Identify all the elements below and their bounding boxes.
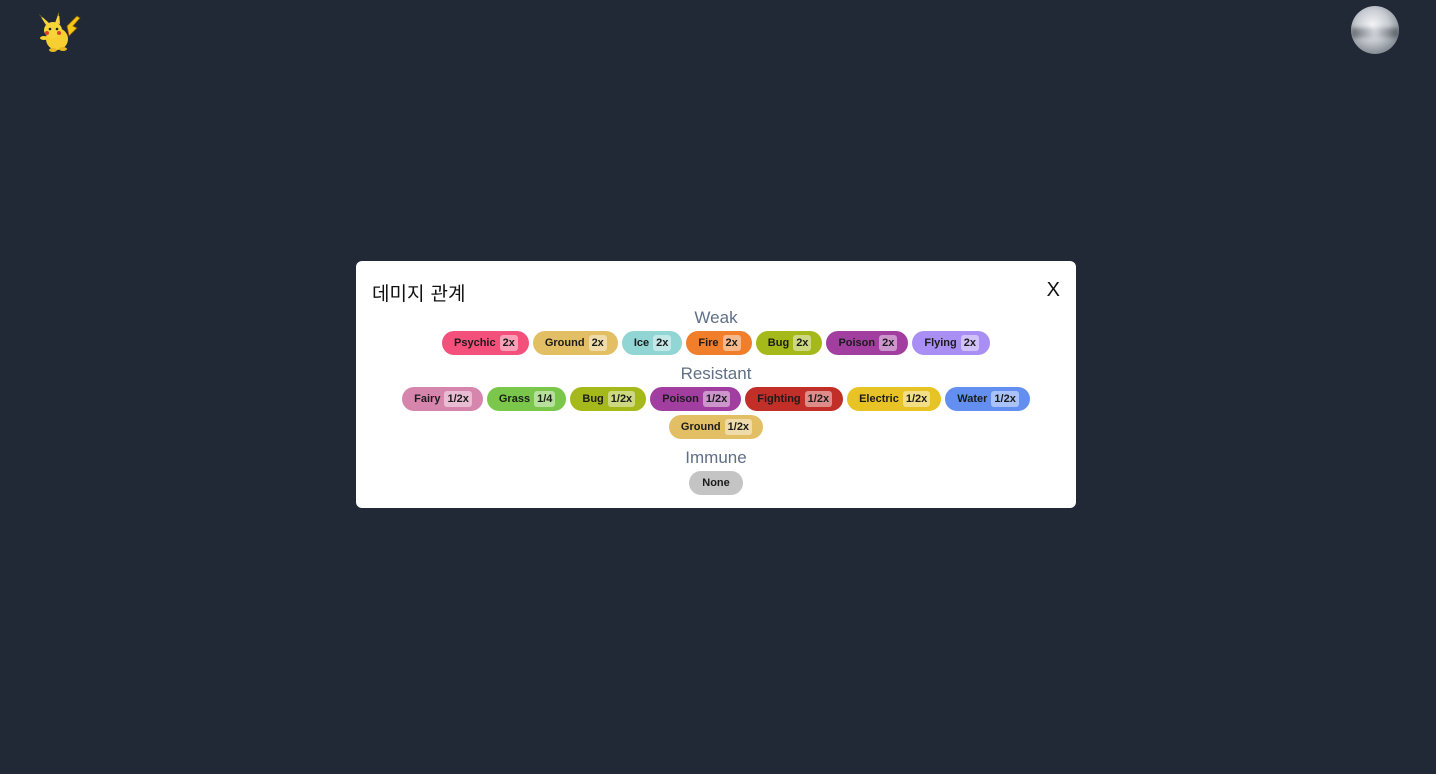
damage-relations-modal: 데미지 관계 X Weak Psychic 2x Ground 2x Ice 2x Fire… <box>356 261 1076 508</box>
type-badge-flying: Flying 2x <box>912 331 990 355</box>
type-label: Flying <box>924 337 957 349</box>
type-label: Poison <box>838 337 876 349</box>
type-label: Bug <box>767 337 790 349</box>
type-label: Ground <box>544 337 585 349</box>
type-label: Fairy <box>414 393 441 405</box>
type-badge-poison: Poison 2x <box>826 331 909 355</box>
multiplier: 2x <box>653 335 672 351</box>
immune-row: None <box>356 471 1076 495</box>
type-badge-bug: Bug 1/2x <box>570 387 647 411</box>
resistant-title: Resistant <box>680 364 752 383</box>
weak-title: Weak <box>694 308 738 327</box>
type-badge-fire: Fire 2x <box>686 331 752 355</box>
type-label: Ice <box>633 337 650 349</box>
pikachu-icon <box>39 12 81 52</box>
type-badge-fighting: Fighting 1/2x <box>745 387 844 411</box>
type-label: Electric <box>859 393 899 405</box>
multiplier: 1/4 <box>534 391 556 407</box>
resistant-rows: Fairy 1/2x Grass 1/4 Bug 1/2x Poison 1/2x Fighti… <box>356 387 1076 439</box>
multiplier: 1/2x <box>902 391 931 407</box>
multiplier: 2x <box>499 335 518 351</box>
type-badge-none: None <box>689 471 743 495</box>
type-badge-ground: Ground 2x <box>532 331 618 355</box>
immune-title: Immune <box>685 448 747 467</box>
weak-row: Psychic 2x Ground 2x Ice 2x Fire 2x Bug 2x Poison 2… <box>356 331 1076 355</box>
immune-section: Immune None <box>356 448 1076 495</box>
type-badge-psychic: Psychic 2x <box>442 331 529 355</box>
resistant-row: Fairy 1/2x Grass 1/4 Bug 1/2x Poison 1/2x Fighti… <box>356 387 1076 411</box>
type-label: Fire <box>698 337 719 349</box>
type-badge-grass: Grass 1/4 <box>486 387 567 411</box>
multiplier: 2x <box>722 335 741 351</box>
type-label: Psychic <box>454 337 496 349</box>
type-label: Poison <box>662 393 699 405</box>
multiplier: 2x <box>879 335 898 351</box>
type-badge-water: Water 1/2x <box>945 387 1030 411</box>
type-label: Bug <box>582 393 604 405</box>
type-label: Ground <box>680 421 721 433</box>
multiplier: 2x <box>960 335 979 351</box>
weak-section: Weak Psychic 2x Ground 2x Ice 2x Fire 2x Bug 2x Po… <box>356 308 1076 355</box>
type-badge-ground: Ground 1/2x <box>668 415 764 439</box>
type-label: None <box>702 477 730 489</box>
type-badge-fairy: Fairy 1/2x <box>402 387 483 411</box>
user-avatar[interactable] <box>1351 6 1399 54</box>
multiplier: 2x <box>793 335 812 351</box>
multiplier: 2x <box>588 335 607 351</box>
multiplier: 1/2x <box>607 391 636 407</box>
multiplier: 1/2x <box>702 391 731 407</box>
multiplier: 1/2x <box>804 391 833 407</box>
resistant-section: Resistant Fairy 1/2x Grass 1/4 Bug 1/2x Poison… <box>356 364 1076 439</box>
close-button[interactable]: X <box>1047 279 1060 302</box>
type-badge-poison: Poison 1/2x <box>650 387 742 411</box>
resistant-row: Ground 1/2x <box>356 415 1076 439</box>
type-badge-ice: Ice 2x <box>621 331 683 355</box>
multiplier: 1/2x <box>444 391 472 407</box>
modal-title: 데미지 관계 <box>372 283 466 305</box>
type-badge-bug: Bug 2x <box>755 331 823 355</box>
type-label: Fighting <box>757 393 801 405</box>
type-label: Water <box>957 393 988 405</box>
pikachu-logo[interactable] <box>33 12 81 56</box>
type-label: Grass <box>498 393 531 405</box>
type-badge-electric: Electric 1/2x <box>847 387 942 411</box>
multiplier: 1/2x <box>991 391 1019 407</box>
multiplier: 1/2x <box>724 419 753 435</box>
